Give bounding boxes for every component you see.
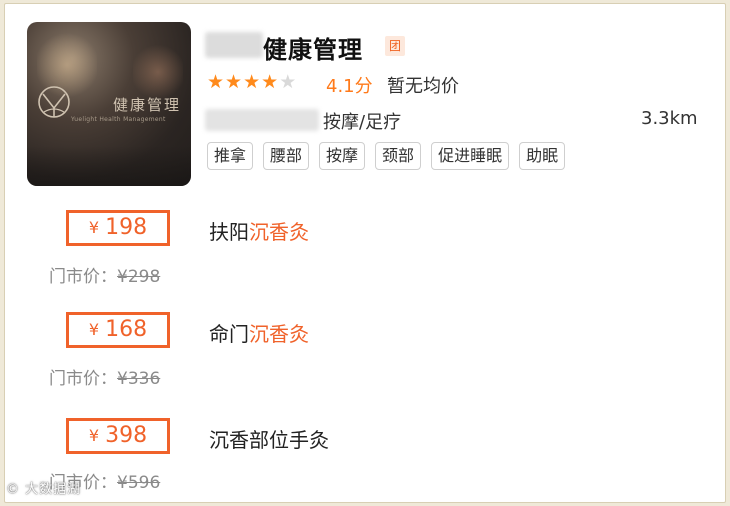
currency-symbol: ¥ bbox=[88, 320, 100, 339]
star-filled-icon: ★ bbox=[207, 71, 225, 93]
shop-category: 按摩/足疗 bbox=[323, 112, 402, 133]
deal-title-text: 命门 bbox=[209, 322, 249, 346]
star-rating: ★ ★ ★ ★ ★ bbox=[207, 72, 296, 92]
thumbnail-light bbox=[133, 42, 183, 102]
star-filled-icon: ★ bbox=[261, 71, 279, 93]
tag[interactable]: 腰部 bbox=[263, 142, 310, 170]
thumbnail-shade bbox=[27, 146, 191, 186]
original-price-value: ¥596 bbox=[117, 473, 161, 493]
deal-price: ¥198 bbox=[66, 210, 170, 246]
star-filled-icon: ★ bbox=[225, 71, 243, 93]
shop-thumbnail[interactable]: 健康管理 Yuelight Health Management bbox=[27, 22, 191, 186]
original-price: 门市价：¥298 bbox=[49, 262, 160, 287]
deal-title-text: 扶阳 bbox=[209, 220, 249, 244]
watermark: © 大数据湖 bbox=[6, 482, 82, 497]
brand-logo-text: 健康管理 bbox=[113, 96, 182, 114]
deal-item[interactable]: ¥168 门市价：¥336 命门沉香灸 bbox=[5, 310, 725, 390]
deal-item[interactable]: ¥398 门市价：¥596 沉香部位手灸 bbox=[5, 416, 725, 496]
deal-price: ¥398 bbox=[66, 418, 170, 454]
deal-price: ¥168 bbox=[66, 312, 170, 348]
deal-item[interactable]: ¥198 门市价：¥298 扶阳沉香灸 bbox=[5, 208, 725, 288]
original-price-value: ¥336 bbox=[117, 369, 161, 389]
average-price: 暂无均价 bbox=[387, 76, 459, 97]
brand-logo-icon bbox=[38, 86, 70, 118]
shop-card[interactable]: 健康管理 Yuelight Health Management 健康管理 团 ★… bbox=[4, 3, 726, 503]
star-empty-icon: ★ bbox=[279, 71, 297, 93]
deal-title-highlight: 沉香灸 bbox=[249, 322, 309, 346]
tag[interactable]: 颈部 bbox=[375, 142, 422, 170]
tag[interactable]: 促进睡眠 bbox=[431, 142, 510, 170]
shop-name[interactable]: 健康管理 bbox=[263, 30, 363, 65]
deal-title-highlight: 沉香灸 bbox=[249, 220, 309, 244]
tag[interactable]: 按摩 bbox=[319, 142, 366, 170]
deal-title[interactable]: 扶阳沉香灸 bbox=[209, 216, 309, 245]
original-price: 门市价：¥336 bbox=[49, 364, 160, 389]
price-value: 198 bbox=[105, 215, 148, 240]
address-redacted bbox=[205, 109, 319, 131]
distance: 3.3km bbox=[641, 108, 698, 129]
price-value: 398 bbox=[105, 423, 148, 448]
deal-title[interactable]: 命门沉香灸 bbox=[209, 318, 309, 347]
tag[interactable]: 推拿 bbox=[207, 142, 254, 170]
star-filled-icon: ★ bbox=[243, 71, 261, 93]
currency-symbol: ¥ bbox=[88, 218, 100, 237]
shop-name-redacted bbox=[205, 32, 263, 58]
original-price-value: ¥298 bbox=[117, 267, 161, 287]
deal-title-text: 沉香部位手灸 bbox=[209, 428, 329, 452]
deal-title[interactable]: 沉香部位手灸 bbox=[209, 424, 329, 453]
original-price-label: 门市价： bbox=[49, 369, 117, 389]
group-deal-badge: 团 bbox=[385, 36, 405, 56]
tag[interactable]: 助眠 bbox=[519, 142, 566, 170]
rating-score: 4.1分 bbox=[326, 76, 373, 97]
currency-symbol: ¥ bbox=[88, 426, 100, 445]
price-value: 168 bbox=[105, 317, 148, 342]
original-price-label: 门市价： bbox=[49, 267, 117, 287]
tag-list: 推拿 腰部 按摩 颈部 促进睡眠 助眠 bbox=[207, 142, 566, 170]
brand-logo-subtext: Yuelight Health Management bbox=[71, 116, 166, 123]
